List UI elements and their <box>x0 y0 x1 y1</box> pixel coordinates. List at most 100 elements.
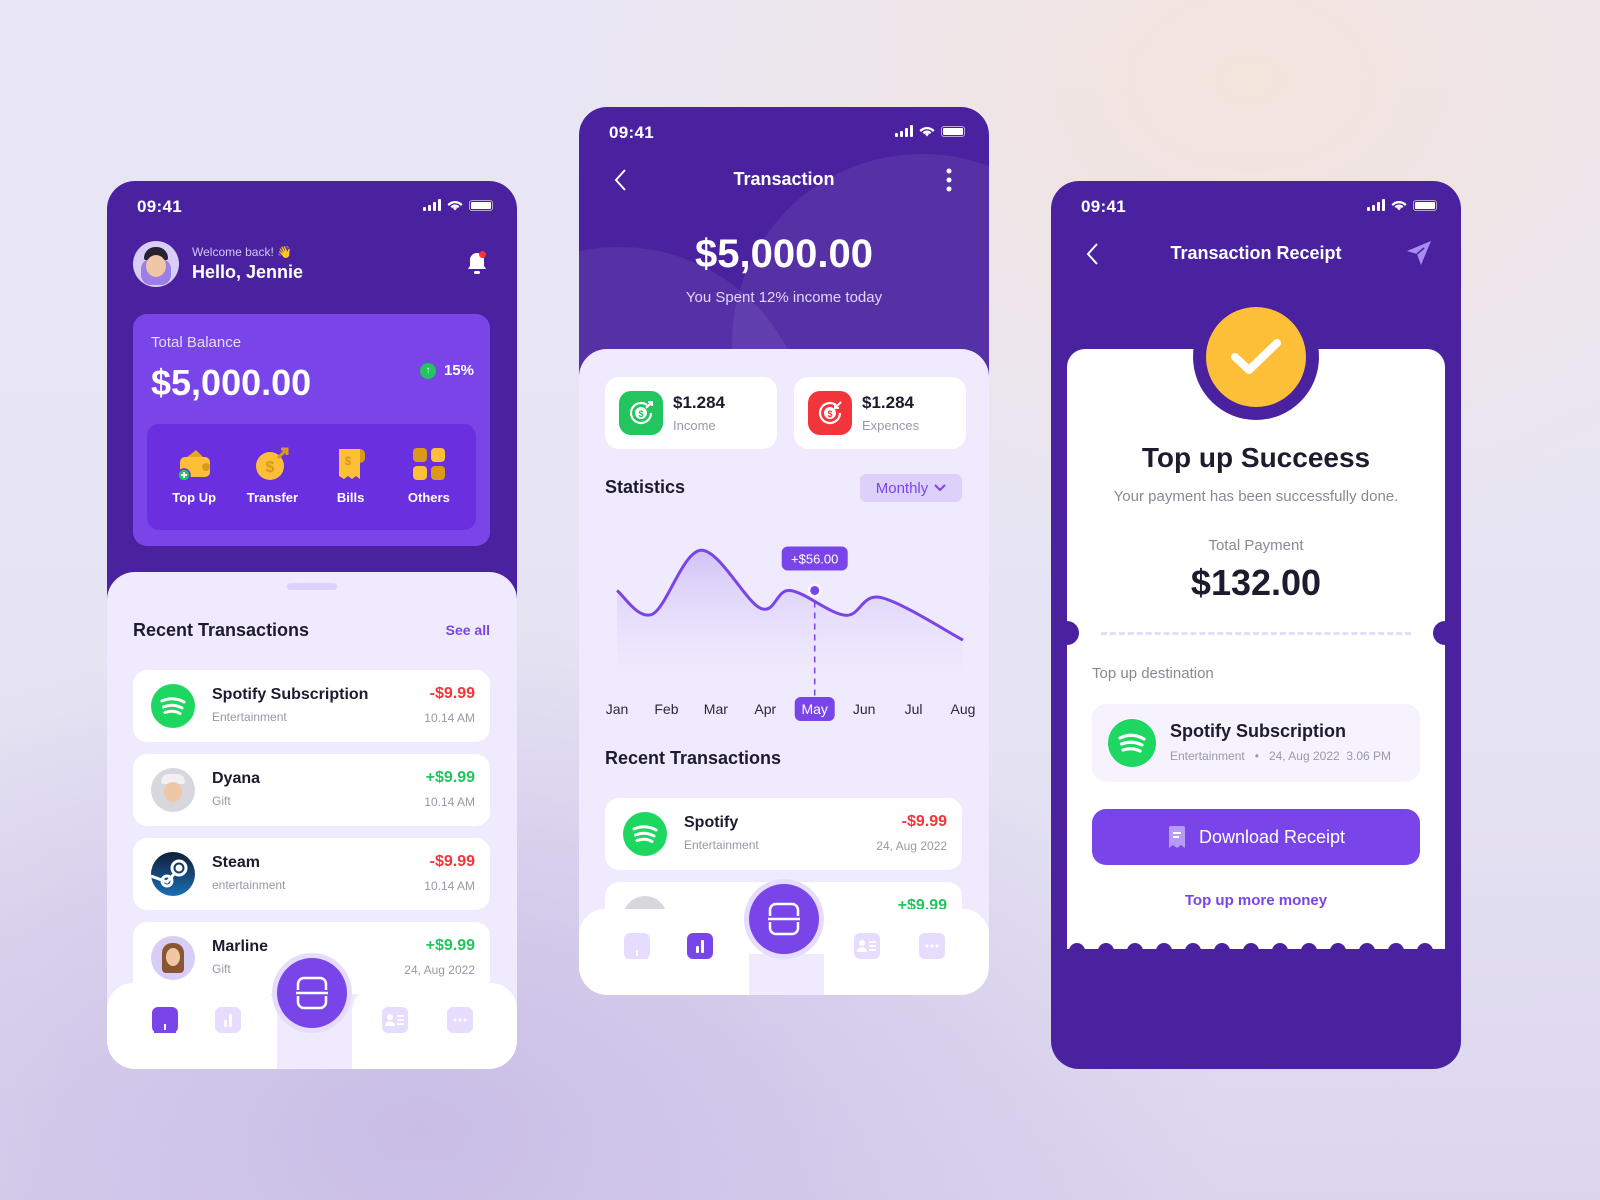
svg-text:$: $ <box>266 459 275 476</box>
destination-datetime: 24, Aug 2022 3.06 PM <box>1268 749 1392 763</box>
status-time: 09:41 <box>137 197 182 216</box>
x-tick-label[interactable]: Mar <box>704 701 728 717</box>
total-payment-amount: $132.00 <box>1190 562 1322 603</box>
signal-icon <box>895 125 913 137</box>
transaction-name: Spotify <box>684 814 739 831</box>
nav-stats-icon[interactable] <box>215 1007 241 1033</box>
scan-button[interactable] <box>277 958 347 1028</box>
nav-stats-icon[interactable] <box>687 933 713 959</box>
see-all-link[interactable]: See all <box>446 622 490 638</box>
total-payment-label: Total Payment <box>1208 537 1304 554</box>
download-receipt-button[interactable]: Download Receipt <box>1092 809 1420 865</box>
share-send-icon[interactable] <box>1405 239 1433 267</box>
statistics-title: Statistics <box>605 477 686 497</box>
transaction-time: 10.14 AM <box>424 795 475 809</box>
balance-label: Total Balance <box>151 334 242 351</box>
status-time: 09:41 <box>1081 197 1126 216</box>
x-tick-label[interactable]: Apr <box>754 701 776 717</box>
download-receipt-label: Download Receipt <box>1198 826 1346 847</box>
transaction-row[interactable]: Steam entertainment -$9.99 10.14 AM <box>133 838 490 910</box>
x-tick-label[interactable]: Feb <box>654 701 678 717</box>
action-top-up[interactable]: Top Up <box>156 424 232 530</box>
battery-icon <box>1413 199 1437 211</box>
transaction-name: Marline <box>212 938 269 955</box>
dot-separator: • <box>1248 749 1266 763</box>
status-bar: 09:41 <box>579 107 989 157</box>
nav-more-icon[interactable] <box>447 1007 473 1033</box>
nav-more-icon[interactable] <box>919 933 945 959</box>
success-subtitle: Your payment has been successfully done. <box>1113 488 1399 505</box>
receipt-icon <box>1168 826 1185 848</box>
nav-home-icon[interactable] <box>152 1007 178 1033</box>
transaction-amount: -$9.99 <box>901 813 947 830</box>
transaction-row[interactable]: Spotify Entertainment -$9.99 24, Aug 202… <box>605 798 962 870</box>
transaction-name: Spotify Subscription <box>212 686 369 703</box>
destination-name: Spotify Subscription <box>1170 721 1347 741</box>
action-transfer[interactable]: $ Transfer <box>234 424 310 530</box>
transaction-name: Steam <box>212 854 261 871</box>
period-dropdown[interactable]: Monthly <box>860 474 962 502</box>
nav-contacts-icon[interactable] <box>382 1007 408 1033</box>
transaction-category: Entertainment <box>684 838 759 852</box>
x-tick-label[interactable]: Jun <box>853 701 876 717</box>
spotify-logo-icon <box>151 684 195 728</box>
transaction-name: Dyana <box>212 770 261 787</box>
welcome-text: Welcome back! 👋 <box>192 245 293 259</box>
nav-contacts-icon[interactable] <box>854 933 880 959</box>
page-title: Transaction Receipt <box>1170 243 1342 263</box>
chevron-down-icon <box>934 484 946 492</box>
action-label: Others <box>407 490 450 505</box>
status-bar: 09:41 <box>1051 181 1461 231</box>
transaction-row[interactable]: Spotify Subscription Entertainment -$9.9… <box>133 670 490 742</box>
destination-card: Spotify Subscription Entertainment • 24,… <box>1092 704 1420 782</box>
transaction-category: Gift <box>212 962 231 976</box>
scan-button[interactable] <box>749 884 819 954</box>
statistics-chart: +$56.00 Jan Feb Mar Apr May Jun Jul Aug <box>606 546 976 721</box>
bottom-nav <box>579 879 989 995</box>
balance-amount: $5,000.00 <box>151 362 312 403</box>
income-card[interactable]: $ $1.284 Income <box>605 377 777 449</box>
scan-icon <box>296 976 328 1010</box>
success-check-icon <box>1206 307 1306 407</box>
expenses-value: $1.284 <box>862 393 914 412</box>
destination-category: Entertainment <box>1170 749 1245 763</box>
x-tick-label[interactable]: Aug <box>951 701 976 717</box>
svg-text:$: $ <box>827 409 832 419</box>
notification-bell-icon[interactable] <box>467 251 487 277</box>
total-amount: $5,000.00 <box>695 232 873 276</box>
selected-point[interactable] <box>810 585 820 595</box>
growth-badge: ↑ 15% <box>419 362 474 379</box>
chart-tooltip: +$56.00 <box>781 546 848 571</box>
growth-value: 15% <box>443 362 474 379</box>
signal-icon <box>1367 199 1385 211</box>
transaction-amount: +$9.99 <box>425 769 475 786</box>
battery-icon <box>469 199 493 211</box>
action-label: Transfer <box>246 490 299 505</box>
user-avatar[interactable] <box>133 241 179 287</box>
income-value: $1.284 <box>673 393 725 412</box>
section-title: Recent Transactions <box>133 620 310 640</box>
transaction-row[interactable]: Dyana Gift +$9.99 10.14 AM <box>133 754 490 826</box>
bottom-nav <box>107 953 517 1069</box>
svg-text:$: $ <box>344 454 351 468</box>
page-title: Transaction <box>733 169 835 189</box>
destination-label: Top up destination <box>1092 665 1214 682</box>
expenses-card[interactable]: $ $1.284 Expences <box>794 377 966 449</box>
x-tick-label[interactable]: May <box>801 701 827 717</box>
wifi-icon <box>1391 200 1407 211</box>
steam-logo-icon <box>150 852 195 896</box>
action-others[interactable]: Others <box>391 424 467 530</box>
action-bills[interactable]: $ Bills <box>313 424 389 530</box>
transaction-time: 24, Aug 2022 <box>876 839 947 853</box>
drag-handle[interactable] <box>287 583 337 590</box>
x-tick-label[interactable]: Jul <box>905 701 923 717</box>
action-label: Top Up <box>172 490 217 505</box>
x-tick-label[interactable]: Jan <box>606 701 629 717</box>
marline-avatar <box>151 936 195 980</box>
nav-home-icon[interactable] <box>624 933 650 959</box>
more-vertical-icon[interactable] <box>945 168 953 192</box>
transaction-time: 10.14 AM <box>424 879 475 893</box>
battery-icon <box>941 125 965 137</box>
top-up-more-link[interactable]: Top up more money <box>1067 892 1445 909</box>
wifi-icon <box>447 200 463 211</box>
